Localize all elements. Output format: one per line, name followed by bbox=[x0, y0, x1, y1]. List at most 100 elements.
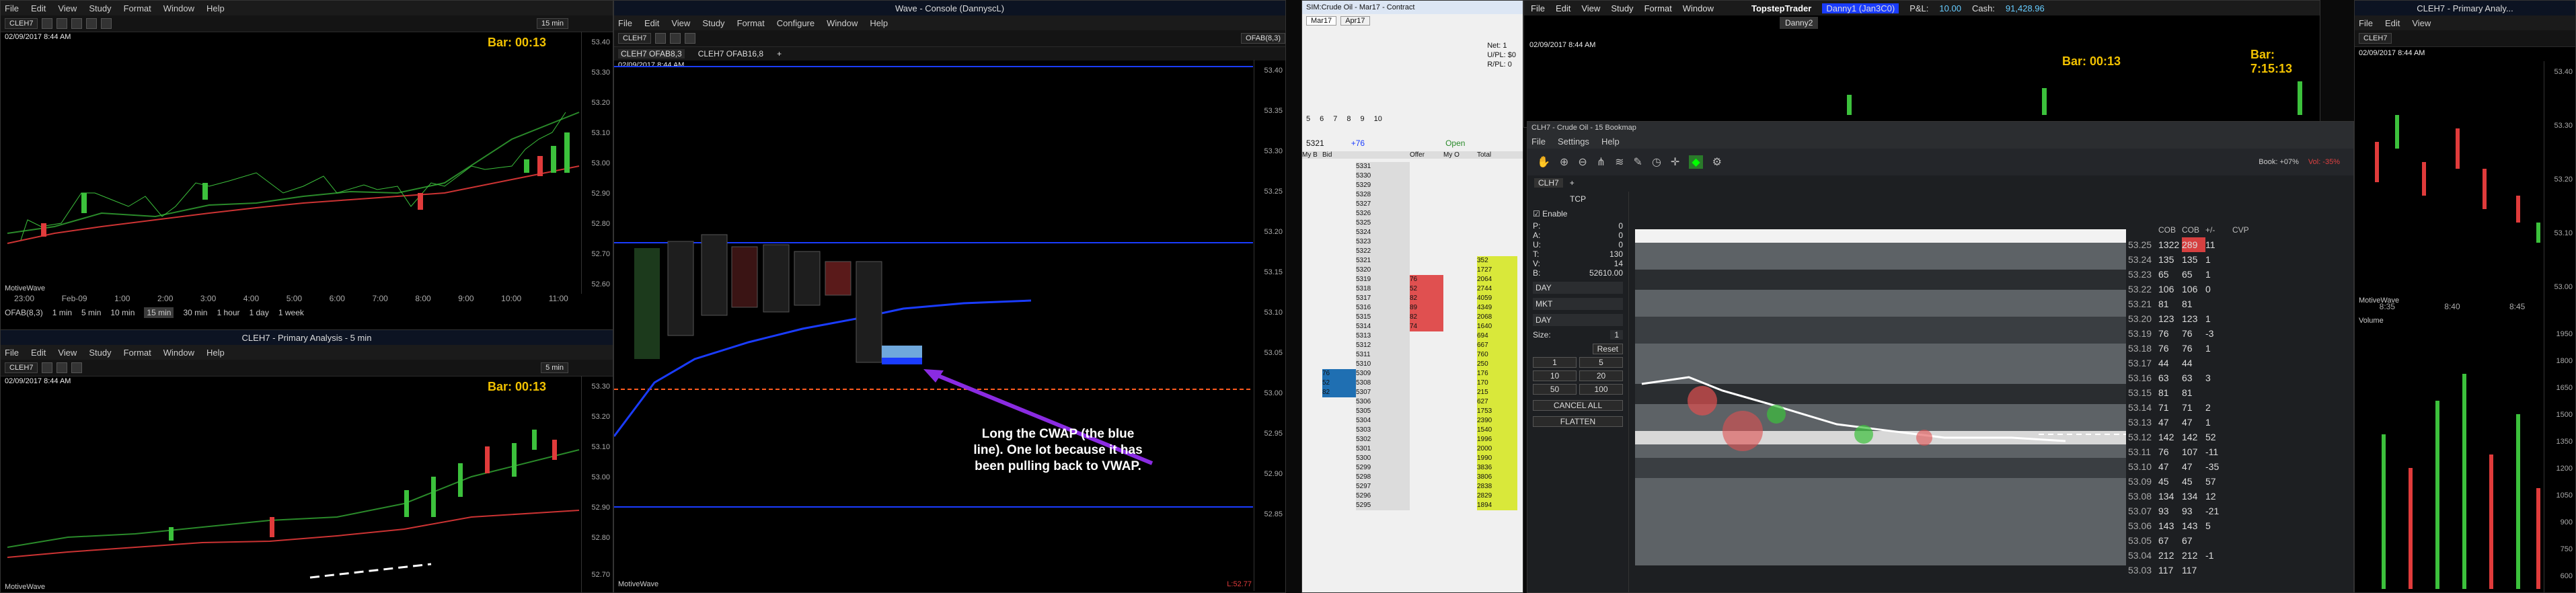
zoom-in-icon[interactable] bbox=[42, 362, 53, 373]
reset-button[interactable]: Reset bbox=[1592, 344, 1623, 354]
share-icon[interactable]: ⋔ bbox=[1597, 155, 1605, 169]
tif2-select[interactable]: DAY bbox=[1533, 314, 1623, 326]
menu-settings[interactable]: Settings bbox=[1558, 136, 1589, 147]
zoom-in-icon[interactable]: ⊕ bbox=[1560, 155, 1568, 169]
dom-row[interactable]: 5328 bbox=[1302, 190, 1523, 200]
zoom-out-icon[interactable] bbox=[670, 33, 681, 44]
tif-select[interactable]: DAY bbox=[1533, 282, 1623, 294]
menu-format[interactable]: Format bbox=[737, 18, 765, 28]
menu-help[interactable]: Help bbox=[206, 3, 225, 13]
menu-window[interactable]: Window bbox=[163, 348, 194, 358]
cancel-all-button[interactable]: CANCEL ALL bbox=[1533, 400, 1623, 411]
dom-row[interactable]: 5314 74 1640 bbox=[1302, 322, 1523, 331]
dom-row[interactable]: 5302 1996 bbox=[1302, 435, 1523, 444]
active-tool-icon[interactable]: ◆ bbox=[1689, 155, 1703, 169]
heatmap[interactable] bbox=[1635, 229, 2126, 565]
tab-apr17[interactable]: Apr17 bbox=[1340, 16, 1370, 26]
dom-row[interactable]: 52 5308 170 bbox=[1302, 379, 1523, 388]
menu-edit[interactable]: Edit bbox=[2385, 18, 2400, 28]
study-select[interactable]: OFAB(8,3) bbox=[1241, 33, 1285, 44]
menu-study[interactable]: Study bbox=[702, 18, 724, 28]
gear-icon[interactable]: ⚙ bbox=[1712, 155, 1722, 169]
dom-row[interactable]: 5312 667 bbox=[1302, 341, 1523, 350]
pin-icon[interactable]: ✎ bbox=[1634, 155, 1642, 169]
dom-row[interactable]: 5319 76 2064 bbox=[1302, 275, 1523, 284]
menu-help[interactable]: Help bbox=[206, 348, 225, 358]
order-kind-select[interactable]: MKT bbox=[1533, 298, 1623, 310]
menu-window[interactable]: Window bbox=[827, 18, 858, 28]
dom-row[interactable]: 5320 1727 bbox=[1302, 266, 1523, 275]
dom-row[interactable]: 5300 1990 bbox=[1302, 454, 1523, 463]
tab-ofab-8-3[interactable]: CLEH7 OFAB8,3 bbox=[618, 49, 685, 58]
dom-row[interactable]: 5310 250 bbox=[1302, 360, 1523, 369]
menu-edit[interactable]: Edit bbox=[31, 348, 46, 358]
qty-button[interactable]: 1 bbox=[1533, 357, 1577, 368]
dom-row[interactable]: 76 5309 176 bbox=[1302, 369, 1523, 379]
ladder-num[interactable]: 8 bbox=[1347, 115, 1351, 123]
qty-button[interactable]: 20 bbox=[1579, 370, 1623, 381]
draw-line-icon[interactable] bbox=[86, 18, 98, 29]
dom-row[interactable]: 5324 bbox=[1302, 228, 1523, 237]
add-tab-icon[interactable]: + bbox=[777, 49, 782, 58]
study-label[interactable]: OFAB(8,3) bbox=[5, 308, 43, 317]
crosshair-icon[interactable] bbox=[71, 18, 83, 29]
dom-row[interactable]: 5315 82 2068 bbox=[1302, 313, 1523, 322]
menu-edit[interactable]: Edit bbox=[31, 3, 46, 13]
enable-row[interactable]: ☑ Enable bbox=[1527, 206, 1628, 221]
timeframe-select[interactable]: 15 min bbox=[536, 18, 568, 29]
dom-row[interactable]: 82 5307 215 bbox=[1302, 388, 1523, 397]
dom-row[interactable]: 5330 bbox=[1302, 171, 1523, 181]
zoom-out-icon[interactable] bbox=[56, 362, 68, 373]
ladder-num[interactable]: 5 bbox=[1306, 115, 1310, 123]
crosshair-icon[interactable]: ✛ bbox=[1671, 155, 1679, 169]
price-axis[interactable]: 53.40 53.35 53.30 53.25 53.20 53.15 53.1… bbox=[1254, 60, 1285, 591]
tf-30min[interactable]: 30 min bbox=[183, 308, 207, 317]
symbol-field[interactable]: CLEH7 bbox=[618, 33, 652, 44]
dom-row[interactable]: 5325 bbox=[1302, 219, 1523, 228]
tf-1min[interactable]: 1 min bbox=[52, 308, 72, 317]
dom-row[interactable]: 5298 3806 bbox=[1302, 473, 1523, 482]
symbol-field[interactable]: CLEH7 bbox=[5, 362, 38, 373]
tab-mar17[interactable]: Mar17 bbox=[1306, 16, 1337, 26]
add-tab-icon[interactable]: + bbox=[1570, 178, 1575, 188]
dom-row[interactable]: 5301 2000 bbox=[1302, 444, 1523, 454]
qty-button[interactable]: 100 bbox=[1579, 384, 1623, 395]
menu-file[interactable]: File bbox=[1531, 136, 1546, 147]
size-input[interactable]: 1 bbox=[1610, 330, 1623, 340]
menu-view[interactable]: View bbox=[58, 348, 77, 358]
clock-icon[interactable]: ◷ bbox=[1652, 155, 1661, 169]
dom-row[interactable]: 5329 bbox=[1302, 181, 1523, 190]
dom-ladder[interactable]: 5331 5330 5329 5328 5327 5326 5325 5324 5323 5322… bbox=[1302, 162, 1523, 510]
menu-format[interactable]: Format bbox=[124, 348, 151, 358]
ladder-num[interactable]: 7 bbox=[1333, 115, 1337, 123]
menu-study[interactable]: Study bbox=[89, 3, 111, 13]
menu-format[interactable]: Format bbox=[124, 3, 151, 13]
menu-view[interactable]: View bbox=[2412, 18, 2431, 28]
tf-15min[interactable]: 15 min bbox=[144, 307, 174, 318]
crosshair-icon[interactable] bbox=[71, 362, 83, 373]
menu-window[interactable]: Window bbox=[163, 3, 194, 13]
tf-1week[interactable]: 1 week bbox=[278, 308, 304, 317]
zoom-in-icon[interactable] bbox=[655, 33, 667, 44]
flatten-button[interactable]: FLATTEN bbox=[1533, 416, 1623, 427]
zoom-out-icon[interactable]: ⊖ bbox=[1578, 155, 1587, 169]
dom-row[interactable]: 5296 2829 bbox=[1302, 491, 1523, 501]
menu-view[interactable]: View bbox=[58, 3, 77, 13]
hand-icon[interactable]: ✋ bbox=[1537, 155, 1550, 169]
qty-button[interactable]: 5 bbox=[1579, 357, 1623, 368]
zoom-out-icon[interactable] bbox=[56, 18, 68, 29]
timeframe-select[interactable]: 5 min bbox=[541, 362, 568, 373]
dom-row[interactable]: 5322 bbox=[1302, 247, 1523, 256]
menu-file[interactable]: File bbox=[2359, 18, 2373, 28]
dom-row[interactable]: 5304 2390 bbox=[1302, 416, 1523, 426]
ladder-num[interactable]: 6 bbox=[1320, 115, 1324, 123]
dom-row[interactable]: 5295 1894 bbox=[1302, 501, 1523, 510]
price-axis[interactable]: 53.30 53.20 53.10 53.00 52.90 52.80 52.7… bbox=[581, 376, 613, 592]
time-axis[interactable]: 23:00 Feb-09 1:00 2:00 3:00 4:00 5:00 6:… bbox=[1, 294, 582, 306]
menu-file[interactable]: File bbox=[5, 3, 19, 13]
dom-row[interactable]: 5317 82 4059 bbox=[1302, 294, 1523, 303]
tf-1hour[interactable]: 1 hour bbox=[217, 308, 239, 317]
crosshair-icon[interactable] bbox=[685, 33, 696, 44]
menu-view[interactable]: View bbox=[671, 18, 690, 28]
symbol-field[interactable]: CLEH7 bbox=[5, 18, 38, 29]
